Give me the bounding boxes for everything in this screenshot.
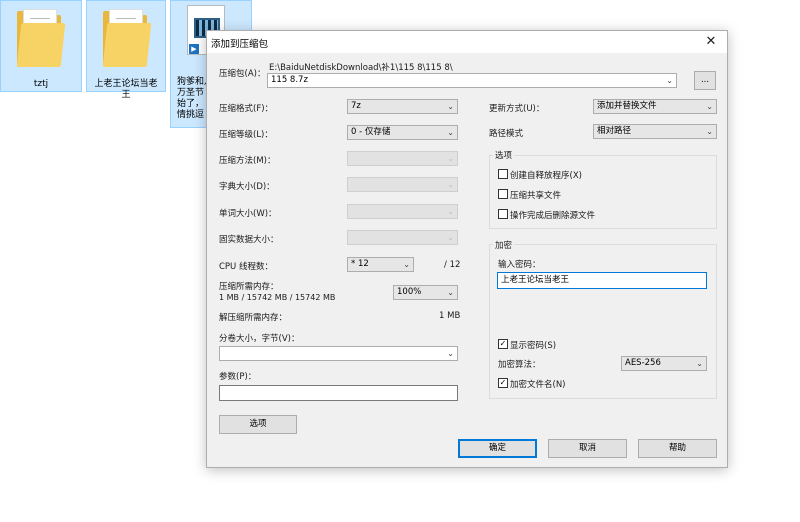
dict-label: 字典大小(D)： (219, 182, 275, 192)
volume-label: 分卷大小，字节(V)： (219, 334, 300, 344)
ok-button[interactable]: 确定 (458, 439, 537, 458)
mem-decompress-label: 解压缩所需内存： (219, 313, 288, 323)
update-value: 添加并替换文件 (597, 101, 657, 111)
browse-button[interactable]: ... (694, 71, 716, 90)
mem-compress-value: 100% (397, 287, 422, 297)
mem-decompress-value: 1 MB (439, 311, 461, 321)
level-label: 压缩等级(L)： (219, 130, 273, 140)
chevron-down-icon: ⌄ (447, 233, 454, 242)
delete-label: 操作完成后删除源文件 (510, 211, 596, 221)
path-mode-value: 相对路径 (597, 126, 632, 136)
dict-select: ⌄ (347, 177, 458, 192)
title-bar: 添加到压缩包 ✕ (207, 31, 727, 53)
cancel-button[interactable]: 取消 (548, 439, 627, 458)
chevron-down-icon: ⌄ (696, 359, 703, 368)
options-group-title: 选项 (493, 149, 515, 161)
method-label: 压缩方法(M)： (219, 156, 276, 166)
password-label: 输入密码： (498, 260, 541, 270)
params-label: 参数(P)： (219, 372, 257, 382)
dialog-title: 添加到压缩包 (211, 39, 269, 50)
encrypt-names-checkbox[interactable]: ✓ (498, 378, 508, 388)
format-label: 压缩格式(F)： (219, 104, 274, 114)
mem-compress-detail: 1 MB / 15742 MB / 15742 MB (219, 293, 336, 302)
chevron-down-icon: ⌄ (666, 76, 673, 85)
help-button[interactable]: 帮助 (638, 439, 717, 458)
chevron-down-icon: ⌄ (447, 349, 454, 358)
format-value: 7z (351, 101, 361, 111)
encrypt-names-label: 加密文件名(N) (510, 380, 566, 390)
path-mode-select[interactable]: 相对路径 ⌄ (593, 124, 717, 139)
shared-label: 压缩共享文件 (510, 191, 562, 201)
word-select: ⌄ (347, 204, 458, 219)
update-select[interactable]: 添加并替换文件 ⌄ (593, 99, 717, 114)
desktop-item-label: 上老王论坛当老王 (94, 79, 158, 100)
chevron-down-icon: ⌄ (447, 207, 454, 216)
encrypt-group-title: 加密 (493, 239, 515, 251)
level-value: 0 - 仅存储 (351, 127, 391, 137)
threads-max: / 12 (444, 260, 461, 270)
folder-icon (16, 9, 66, 69)
sfx-checkbox[interactable] (498, 169, 508, 179)
chevron-down-icon: ⌄ (447, 180, 454, 189)
folder-icon (102, 9, 152, 69)
archive-label: 压缩包(A)： (219, 69, 266, 79)
chevron-down-icon: ⌄ (447, 128, 454, 137)
delete-checkbox[interactable] (498, 209, 508, 219)
encrypt-method-label: 加密算法： (498, 360, 541, 370)
chevron-down-icon: ⌄ (447, 154, 454, 163)
add-to-archive-dialog: 添加到压缩包 ✕ 压缩包(A)： E:\BaiduNetdiskDownload… (206, 30, 728, 468)
archive-path: E:\BaiduNetdiskDownload\补1\115 8\115 8\ (269, 63, 453, 73)
options-button[interactable]: 选项 (219, 415, 297, 434)
chevron-down-icon: ⌄ (706, 102, 713, 111)
volume-combo[interactable]: ⌄ (219, 346, 458, 361)
shared-checkbox[interactable] (498, 189, 508, 199)
threads-select[interactable]: * 12 ⌄ (347, 257, 414, 272)
encrypt-method-select[interactable]: AES-256 ⌄ (621, 356, 707, 371)
desktop-item-tztj[interactable]: tztj (0, 0, 82, 92)
update-label: 更新方式(U)： (489, 104, 545, 114)
word-label: 单词大小(W)： (219, 209, 277, 219)
method-select: ⌄ (347, 151, 458, 166)
close-icon[interactable]: ✕ (703, 34, 719, 50)
chevron-down-icon: ⌄ (447, 102, 454, 111)
desktop-item-folder[interactable]: 上老王论坛当老王 (86, 0, 166, 100)
solid-select: ⌄ (347, 230, 458, 245)
level-select[interactable]: 0 - 仅存储 ⌄ (347, 125, 458, 140)
password-input[interactable]: 上老王论坛当老王 (497, 272, 707, 289)
mem-compress-label: 压缩所需内存： (219, 282, 279, 292)
encrypt-method-value: AES-256 (625, 358, 661, 368)
params-input[interactable] (219, 385, 458, 401)
mem-compress-select[interactable]: 100% ⌄ (393, 285, 458, 300)
chevron-down-icon: ⌄ (447, 288, 454, 297)
format-select[interactable]: 7z ⌄ (347, 99, 458, 114)
chevron-down-icon: ⌄ (403, 260, 410, 269)
sfx-label: 创建自释放程序(X) (510, 171, 582, 181)
archive-name-value: 115 8.7z (271, 75, 308, 85)
chevron-down-icon: ⌄ (706, 127, 713, 136)
solid-label: 固实数据大小： (219, 235, 279, 245)
show-password-checkbox[interactable]: ✓ (498, 339, 508, 349)
path-mode-label: 路径模式 (489, 129, 524, 139)
show-password-label: 显示密码(S) (510, 341, 557, 351)
desktop-item-label: tztj (33, 79, 49, 89)
threads-value: * 12 (351, 259, 369, 269)
threads-label: CPU 线程数： (219, 262, 273, 272)
archive-name-combo[interactable]: 115 8.7z ⌄ (267, 73, 677, 88)
